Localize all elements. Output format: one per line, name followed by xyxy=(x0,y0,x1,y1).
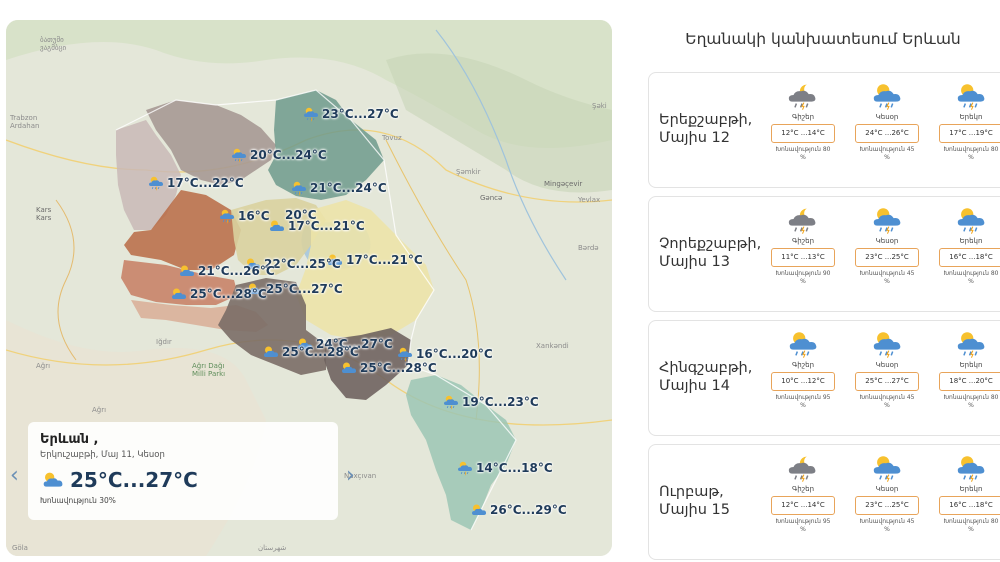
period-evening: Երեկո 17°C ...19°C Խոնավություն 80 % xyxy=(931,81,1000,162)
next-arrow-button[interactable]: › xyxy=(346,465,355,487)
temp-range: 16°C ...18°C xyxy=(939,496,1000,515)
day-name: Հինգշաբթի, Մայիս 14 xyxy=(659,360,753,394)
day-card: Ուրբաթ, Մայիս 15 Գիշեր 12°C ...14°C Խոնա… xyxy=(648,444,1000,560)
temp-range: 12°C ...14°C xyxy=(771,124,835,143)
map-label-tovuz: Tovuz xyxy=(382,134,402,142)
sun-cloud-icon xyxy=(262,344,280,360)
current-temp: 25°C...27°C xyxy=(70,468,198,492)
sun-cloud-rain-icon xyxy=(870,329,904,359)
map-label-igdir: Iğdır xyxy=(156,338,172,346)
current-weather-card: Երևան , Երկուշաբթի, Մայ 11, Կեսօր 25°C..… xyxy=(28,422,338,520)
sun-cloud-rain-icon xyxy=(442,394,460,410)
map-label-agri-2: Ağrı xyxy=(92,406,107,414)
period-night: Գիշեր 10°C ...12°C Խոնավություն 95 % xyxy=(763,329,843,410)
period-evening: Երեկո 16°C ...18°C Խոնավություն 80 % xyxy=(931,453,1000,534)
temp-marker-tavush[interactable]: 21°C...24°C xyxy=(290,180,387,196)
day-name: Ուրբաթ, Մայիս 15 xyxy=(659,484,730,518)
sun-cloud-rain-icon xyxy=(147,175,165,191)
map-label-khankendi: Xankəndi xyxy=(536,342,569,350)
sun-cloud-icon xyxy=(40,470,66,490)
temp-marker-vayots-dzor[interactable]: 25°C...28°C xyxy=(340,360,437,376)
temp-range: 24°C ...26°C xyxy=(855,124,919,143)
map-label-sheki: Şəki xyxy=(592,102,607,110)
temp-range: 18°C ...20°C xyxy=(939,372,1000,391)
map-label-ganca: Gəncə xyxy=(480,194,503,202)
sun-cloud-icon xyxy=(340,360,358,376)
sun-cloud-rain-icon xyxy=(302,106,320,122)
sun-cloud-rain-icon xyxy=(870,205,904,235)
map-label-agri: Ağrı xyxy=(36,362,51,370)
period-evening: Երեկո 18°C ...20°C Խոնավություն 80 % xyxy=(931,329,1000,410)
sun-cloud-icon xyxy=(170,286,188,302)
city-name: Երևան , xyxy=(40,432,99,447)
temp-marker-meghri[interactable]: 26°C...29°C xyxy=(470,502,567,518)
sun-cloud-rain-icon xyxy=(290,180,308,196)
day-card: Երեքշաբթի, Մայիս 12 Գիշեր 12°C ...14°C Խ… xyxy=(648,72,1000,188)
temp-marker-armavir[interactable]: 21°C...26°C xyxy=(178,263,275,279)
current-humidity: Խոնավություն 30% xyxy=(40,496,116,505)
sun-cloud-icon xyxy=(470,502,488,518)
period-night: Գիշեր 12°C ...14°C Խոնավություն 95 % xyxy=(763,453,843,534)
temp-range: 12°C ...14°C xyxy=(771,496,835,515)
temp-marker-shirak[interactable]: 17°C...22°C xyxy=(147,175,244,191)
moon-cloud-rain-icon xyxy=(786,81,820,111)
map-label-mingacevir: Mingəçevir xyxy=(544,180,583,188)
temp-range: 10°C ...12°C xyxy=(771,372,835,391)
period-night: Գիշեր 11°C ...13°C Խոնավություն 90 % xyxy=(763,205,843,286)
temp-marker-ararat[interactable]: 25°C...28°C xyxy=(262,344,359,360)
period-midday: Կեսօր 25°C ...27°C Խոնավություն 45 % xyxy=(847,329,927,410)
current-date: Երկուշաբթի, Մայ 11, Կեսօր xyxy=(40,450,165,460)
weather-map[interactable]: ბათუმი ვაგმბცი Trabzon Ardahan Kars Kars… xyxy=(6,20,612,556)
period-midday: Կեսօր 24°C ...26°C Խոնավություն 45 % xyxy=(847,81,927,162)
moon-cloud-rain-icon xyxy=(786,205,820,235)
sun-cloud-rain-icon xyxy=(786,329,820,359)
sun-cloud-rain-icon xyxy=(954,205,988,235)
temp-marker-syunik[interactable]: 19°C...23°C xyxy=(442,394,539,410)
prev-arrow-button[interactable]: ‹ xyxy=(10,465,19,487)
map-label-barda: Bərdə xyxy=(578,244,599,252)
sun-cloud-rain-icon xyxy=(954,453,988,483)
map-label-shamkir: Şəmkir xyxy=(456,168,481,176)
period-midday: Կեսօր 23°C ...25°C Խոնավություն 45 % xyxy=(847,453,927,534)
map-label-yevlax: Yevlax xyxy=(578,196,601,204)
sun-cloud-rain-icon xyxy=(456,460,474,476)
day-name: Երեքշաբթի, Մայիս 12 xyxy=(659,112,753,146)
temp-marker-syunik-south[interactable]: 14°C...18°C xyxy=(456,460,553,476)
map-label-agri-dagi: Ağrı Dağı Milli Parkı xyxy=(192,362,226,378)
temp-range: 16°C ...18°C xyxy=(939,248,1000,267)
temp-marker-aragatsotn[interactable]: 16°C xyxy=(218,208,270,224)
temp-range: 11°C ...13°C xyxy=(771,248,835,267)
temp-marker-tavush-north[interactable]: 23°C...27°C xyxy=(302,106,399,122)
sun-cloud-icon xyxy=(268,218,286,234)
sun-cloud-rain-icon xyxy=(870,453,904,483)
day-card: Հինգշաբթի, Մայիս 14 Գիշեր 10°C ...12°C Խ… xyxy=(648,320,1000,436)
temp-range: 23°C ...25°C xyxy=(855,248,919,267)
day-card: Չորեքշաբթի, Մայիս 13 Գիշեր 11°C ...13°C … xyxy=(648,196,1000,312)
temp-marker-lori[interactable]: 20°C...24°C xyxy=(230,147,327,163)
sun-cloud-rain-icon xyxy=(230,147,248,163)
sun-cloud-rain-icon xyxy=(954,329,988,359)
period-midday: Կեսօր 23°C ...25°C Խոնավություն 45 % xyxy=(847,205,927,286)
map-label-batumi: ბათუმი ვაგმბცი xyxy=(40,36,67,52)
day-name: Չորեքշաբթի, Մայիս 13 xyxy=(659,236,762,270)
map-label-kars: Kars Kars xyxy=(36,206,52,222)
map-label-sarmar: شهرستان xyxy=(258,544,287,552)
moon-cloud-rain-icon xyxy=(786,453,820,483)
map-label-gola: Göla xyxy=(12,544,28,552)
sun-cloud-icon xyxy=(178,263,196,279)
period-evening: Երեկո 16°C ...18°C Խոնավություն 80 % xyxy=(931,205,1000,286)
sun-cloud-rain-icon xyxy=(218,208,236,224)
temp-range: 17°C ...19°C xyxy=(939,124,1000,143)
forecast-title: Եղանակի կանխատեսում Երևան xyxy=(685,30,961,48)
temp-range: 25°C ...27°C xyxy=(855,372,919,391)
temp-range: 23°C ...25°C xyxy=(855,496,919,515)
period-night: Գիշեր 12°C ...14°C Խոնավություն 80 % xyxy=(763,81,843,162)
map-label-ardahan: Trabzon Ardahan xyxy=(10,114,40,130)
sun-cloud-rain-icon xyxy=(870,81,904,111)
temp-marker-armavir-south[interactable]: 25°C...28°C xyxy=(170,286,267,302)
temp-marker-kotayk[interactable]: 17°C...21°C xyxy=(268,218,365,234)
sun-cloud-rain-icon xyxy=(954,81,988,111)
